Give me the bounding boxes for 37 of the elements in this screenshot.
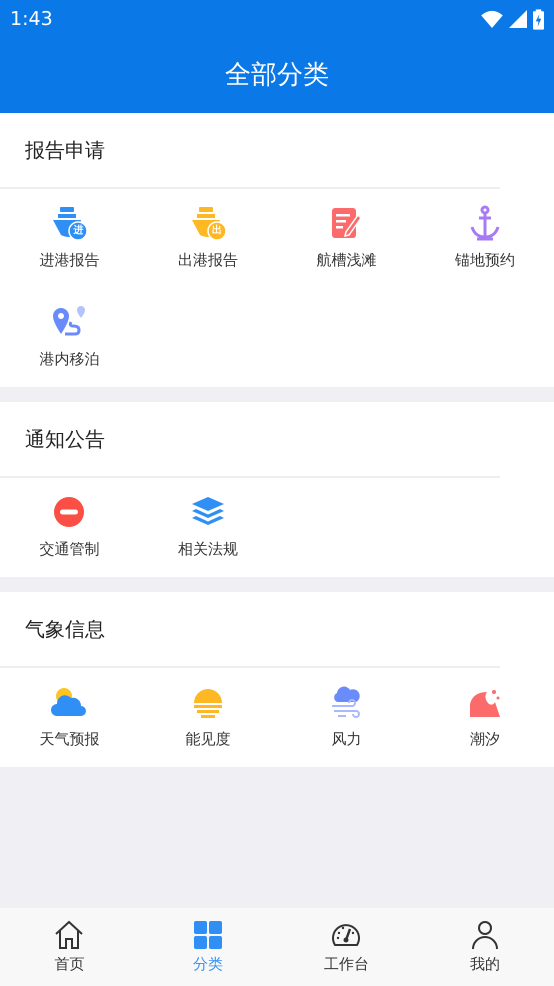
category-label: 出港报告 xyxy=(178,250,238,271)
nav-tab[interactable]: 首页 xyxy=(0,908,138,986)
page-title: 全部分类 xyxy=(225,59,329,92)
category-item[interactable]: 天气预报 xyxy=(0,668,138,767)
category-item[interactable]: 航槽浅滩 xyxy=(277,189,416,288)
category-label: 交通管制 xyxy=(39,539,100,560)
category-item[interactable]: 潮汐 xyxy=(416,668,554,767)
clock-time: 1:43 xyxy=(10,6,53,32)
category-item[interactable]: 风力 xyxy=(277,668,416,767)
badge-text: 进 xyxy=(72,225,84,237)
nav-tab[interactable]: 工作台 xyxy=(277,908,416,986)
category-item[interactable]: 交通管制 xyxy=(0,478,138,577)
category-label: 港内移泊 xyxy=(39,349,100,370)
category-item[interactable]: 港内移泊 xyxy=(0,288,138,387)
category-label: 风力 xyxy=(331,729,362,750)
section-title: 通知公告 xyxy=(25,426,105,453)
category-label: 天气预报 xyxy=(39,729,100,750)
category-label: 锚地预约 xyxy=(454,250,515,271)
nav-tab[interactable]: 我的 xyxy=(416,908,554,986)
section-title: 报告申请 xyxy=(25,137,105,164)
category-label: 航槽浅滩 xyxy=(316,250,376,271)
badge-text: 出 xyxy=(210,225,223,237)
category-item[interactable]: 相关法规 xyxy=(138,478,277,577)
battery-icon xyxy=(533,8,544,30)
wifi-icon xyxy=(481,10,503,28)
category-label: 相关法规 xyxy=(178,539,238,560)
category-item[interactable]: 出 出港报告 xyxy=(138,189,277,288)
category-label: 潮汐 xyxy=(470,729,500,750)
category-item[interactable]: 锚地预约 xyxy=(416,189,554,288)
section-title: 气象信息 xyxy=(25,616,105,643)
category-item[interactable]: 进 进港报告 xyxy=(0,189,138,288)
category-item[interactable]: 能见度 xyxy=(138,668,277,767)
home-icon xyxy=(53,918,86,951)
category-label: 进港报告 xyxy=(39,250,100,271)
signal-icon xyxy=(509,10,527,28)
category-label: 能见度 xyxy=(185,729,230,750)
grid-icon xyxy=(192,918,224,951)
